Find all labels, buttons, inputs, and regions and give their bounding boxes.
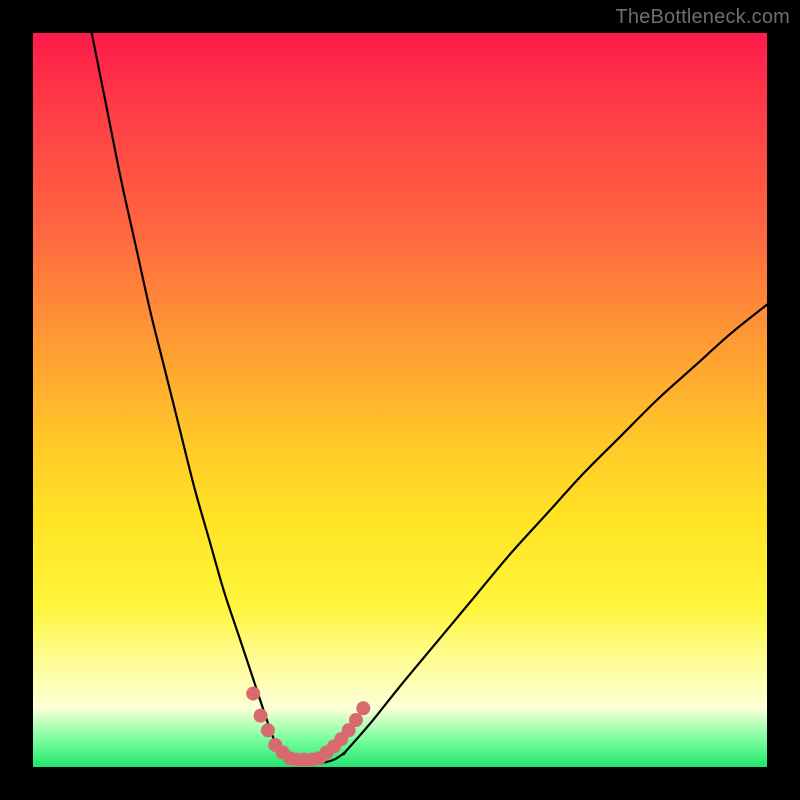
plot-area	[33, 33, 767, 767]
valley-markers	[246, 687, 370, 767]
watermark-text: TheBottleneck.com	[615, 6, 790, 29]
valley-marker	[246, 687, 260, 701]
curve-path	[92, 33, 767, 764]
valley-marker	[261, 723, 275, 737]
bottleneck-curve	[92, 33, 767, 764]
valley-marker	[356, 701, 370, 715]
valley-marker	[349, 713, 363, 727]
curve-layer	[33, 33, 767, 767]
valley-marker	[254, 709, 268, 723]
chart-frame: TheBottleneck.com	[0, 0, 800, 800]
